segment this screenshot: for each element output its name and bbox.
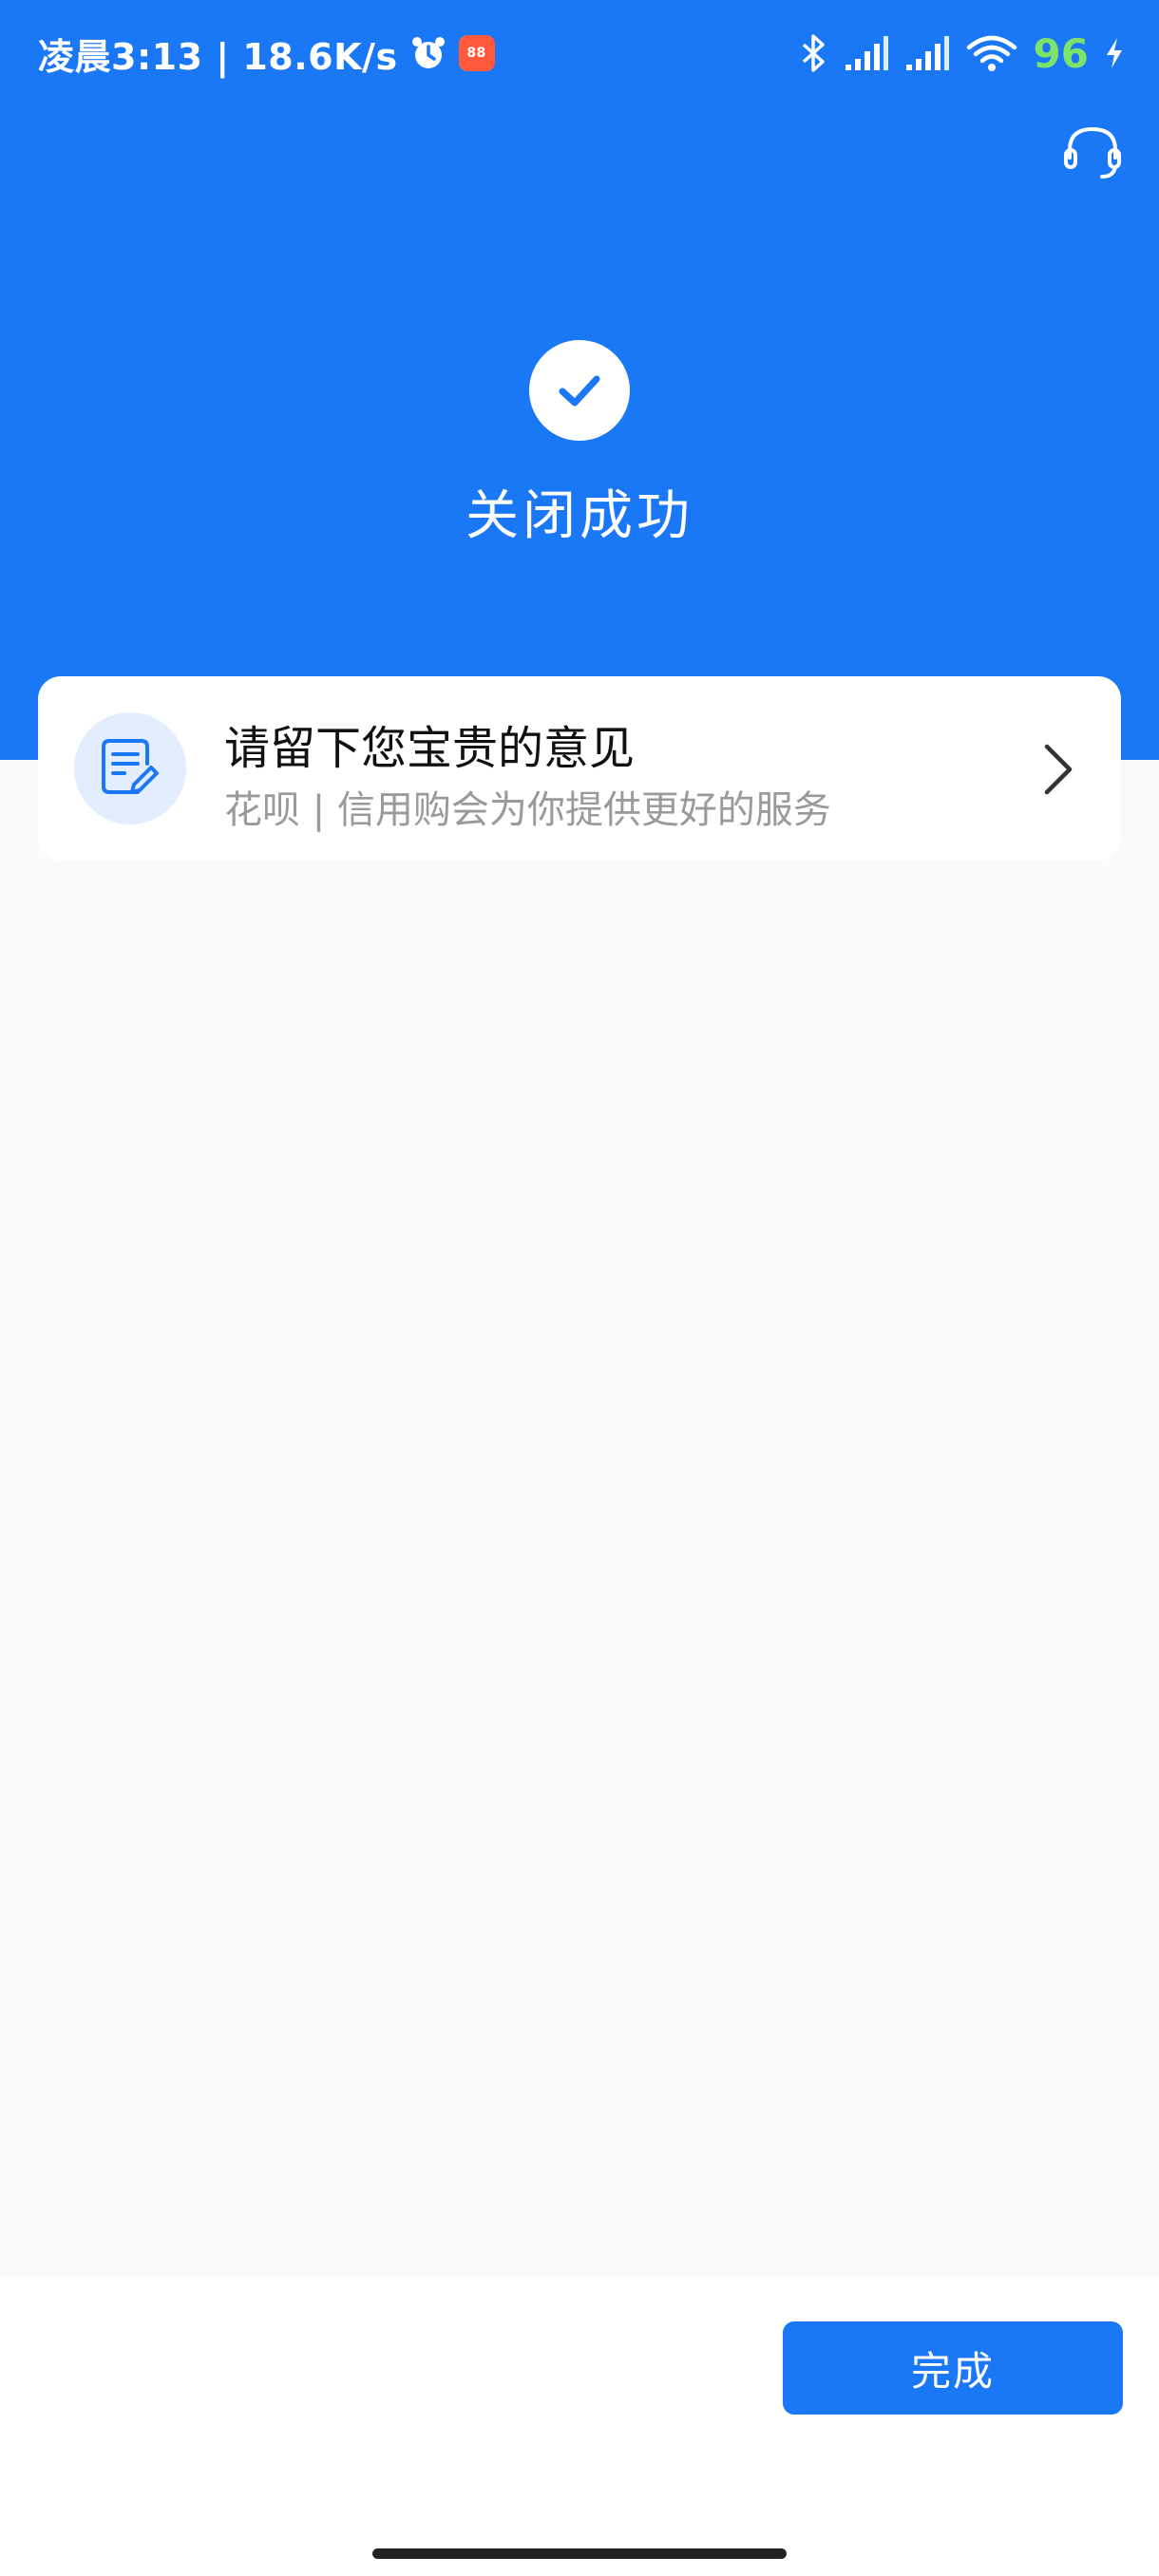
note-edit-icon xyxy=(102,739,159,794)
signal-icon xyxy=(845,36,888,70)
feedback-icon-wrap xyxy=(74,712,186,824)
app-badge-icon: 88 xyxy=(458,35,495,71)
feedback-title: 请留下您宝贵的意见 xyxy=(224,722,636,775)
status-time-speed: 凌晨3:13 | 18.6K/s xyxy=(38,35,398,78)
feedback-subtitle: 花呗 | 信用购会为你提供更好的服务 xyxy=(224,788,831,832)
headset-icon[interactable] xyxy=(1060,122,1125,182)
header-curve xyxy=(0,739,1159,1594)
chevron-right-icon xyxy=(1044,744,1073,795)
success-title: 关闭成功 xyxy=(466,485,694,547)
charging-icon xyxy=(1107,38,1122,68)
wifi-icon xyxy=(966,35,1016,71)
status-right: 96 xyxy=(800,27,1125,80)
alarm-icon xyxy=(411,37,445,68)
status-bar: 凌晨3:13 | 18.6K/s 88 96 xyxy=(0,0,1159,104)
battery-level: 96 xyxy=(1033,29,1089,77)
done-button[interactable]: 完成 xyxy=(783,2321,1123,2415)
check-icon xyxy=(559,375,600,407)
signal-icon xyxy=(905,36,949,70)
home-indicator[interactable] xyxy=(372,2548,787,2559)
bluetooth-icon xyxy=(802,34,825,72)
success-badge xyxy=(529,340,630,441)
feedback-card[interactable]: 请留下您宝贵的意见 花呗 | 信用购会为你提供更好的服务 xyxy=(38,676,1121,861)
screen: 凌晨3:13 | 18.6K/s 88 96 关闭成功 请留下您宝贵的意见 花呗… xyxy=(0,0,1159,2576)
status-left: 凌晨3:13 | 18.6K/s 88 xyxy=(38,27,495,80)
